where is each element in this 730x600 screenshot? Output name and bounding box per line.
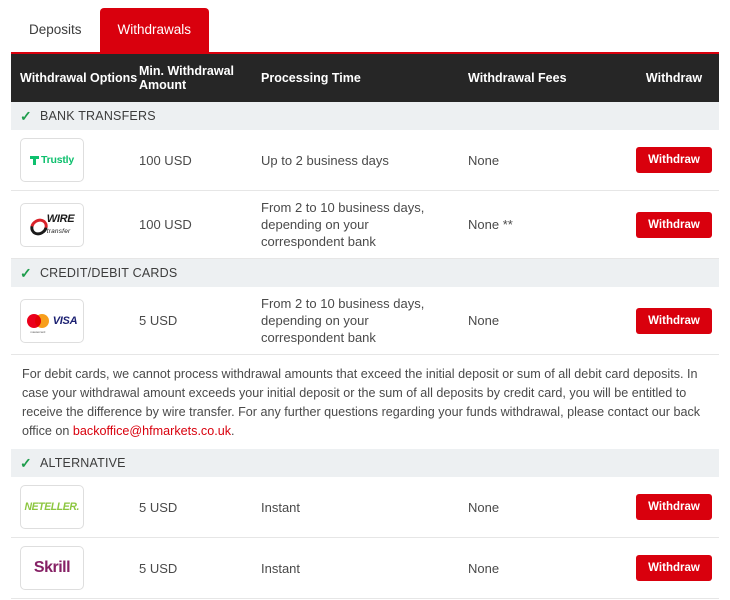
- neteller-logo: NETELLER.: [20, 485, 84, 529]
- visa-icon: VISA: [52, 314, 78, 327]
- payment-method-cell: mastercard VISA: [11, 298, 139, 343]
- check-icon: ✓: [20, 265, 32, 281]
- min-amount-cell: 5 USD: [139, 560, 178, 576]
- tab-withdrawals[interactable]: Withdrawals: [99, 8, 210, 52]
- payment-method-cell: WIRE transfer: [11, 202, 139, 247]
- processing-time-cell: Instant: [261, 560, 301, 576]
- withdraw-cell: Withdraw: [629, 494, 719, 520]
- table-row: Trustly 100 USD Up to 2 business days No…: [11, 130, 719, 191]
- table-row: mastercard VISA 5 USD From 2 to 10 busin…: [11, 287, 719, 355]
- processing-time-cell: From 2 to 10 business days, depending on…: [261, 296, 425, 345]
- withdraw-button[interactable]: Withdraw: [636, 555, 712, 581]
- min-amount-cell: 100 USD: [139, 152, 192, 168]
- debit-card-disclaimer: For debit cards, we cannot process withd…: [11, 355, 719, 449]
- column-header-time: Processing Time: [261, 71, 361, 85]
- section-header-alternative: ✓ ALTERNATIVE: [11, 449, 719, 477]
- fees-cell: None: [468, 152, 500, 168]
- column-header-options: Withdrawal Options: [20, 71, 138, 85]
- section-title: ALTERNATIVE: [39, 456, 126, 470]
- withdraw-button[interactable]: Withdraw: [636, 494, 712, 520]
- backoffice-email-link[interactable]: backoffice@hfmarkets.co.uk: [73, 424, 231, 438]
- payment-method-cell: Trustly: [11, 138, 139, 182]
- wire-transfer-logo: WIRE transfer: [20, 202, 84, 247]
- table-header-row: Withdrawal Options Min. Withdrawal Amoun…: [11, 52, 719, 102]
- withdrawals-page: Deposits Withdrawals Withdrawal Options …: [0, 0, 730, 600]
- fees-cell: None: [468, 560, 500, 576]
- withdraw-cell: Withdraw: [629, 555, 719, 581]
- tab-deposits[interactable]: Deposits: [11, 8, 100, 52]
- trustly-mark-icon: [29, 155, 39, 165]
- skrill-logo: Skrill: [20, 546, 84, 590]
- tab-deposits-label: Deposits: [29, 22, 82, 37]
- min-amount-cell: 100 USD: [139, 217, 192, 232]
- section-title: BANK TRANSFERS: [39, 109, 156, 123]
- table-row: NETELLER. 5 USD Instant None Withdraw: [11, 477, 719, 538]
- mastercard-visa-logo: mastercard VISA: [20, 298, 84, 343]
- mastercard-icon: mastercard: [26, 313, 49, 334]
- withdraw-button[interactable]: Withdraw: [636, 211, 712, 238]
- min-amount-cell: 5 USD: [139, 499, 178, 515]
- withdraw-button[interactable]: Withdraw: [636, 147, 712, 173]
- column-header-fees: Withdrawal Fees: [468, 71, 567, 85]
- column-header-withdraw: Withdraw: [645, 71, 703, 85]
- min-amount-cell: 5 USD: [139, 313, 178, 328]
- processing-time-cell: Up to 2 business days: [261, 152, 389, 168]
- payment-method-cell: Skrill: [11, 546, 139, 590]
- fees-cell: None **: [468, 217, 513, 232]
- tab-bar: Deposits Withdrawals: [0, 0, 730, 52]
- column-header-amount: Min. Withdrawal Amount: [139, 64, 235, 92]
- withdraw-cell: Withdraw: [629, 147, 719, 173]
- payment-method-cell: NETELLER.: [11, 485, 139, 529]
- section-header-credit-debit-cards: ✓ CREDIT/DEBIT CARDS: [11, 259, 719, 287]
- withdraw-cell: Withdraw: [629, 307, 719, 334]
- table-row: Skrill 5 USD Instant None Withdraw: [11, 538, 719, 599]
- trustly-logo: Trustly: [20, 138, 84, 182]
- withdrawals-table: Withdrawal Options Min. Withdrawal Amoun…: [0, 52, 730, 599]
- fees-cell: None: [468, 499, 500, 515]
- fees-cell: None: [468, 313, 500, 328]
- check-icon: ✓: [20, 455, 32, 471]
- tab-withdrawals-label: Withdrawals: [117, 22, 192, 37]
- wire-arrow-icon: [30, 218, 45, 231]
- section-header-bank-transfers: ✓ BANK TRANSFERS: [11, 102, 719, 130]
- disclaimer-text-end: .: [231, 424, 235, 438]
- section-title: CREDIT/DEBIT CARDS: [39, 266, 178, 280]
- withdraw-button[interactable]: Withdraw: [636, 307, 712, 334]
- processing-time-cell: From 2 to 10 business days, depending on…: [261, 200, 425, 249]
- withdraw-cell: Withdraw: [629, 211, 719, 238]
- processing-time-cell: Instant: [261, 499, 301, 515]
- check-icon: ✓: [20, 108, 32, 124]
- table-row: WIRE transfer 100 USD From 2 to 10 busine…: [11, 191, 719, 259]
